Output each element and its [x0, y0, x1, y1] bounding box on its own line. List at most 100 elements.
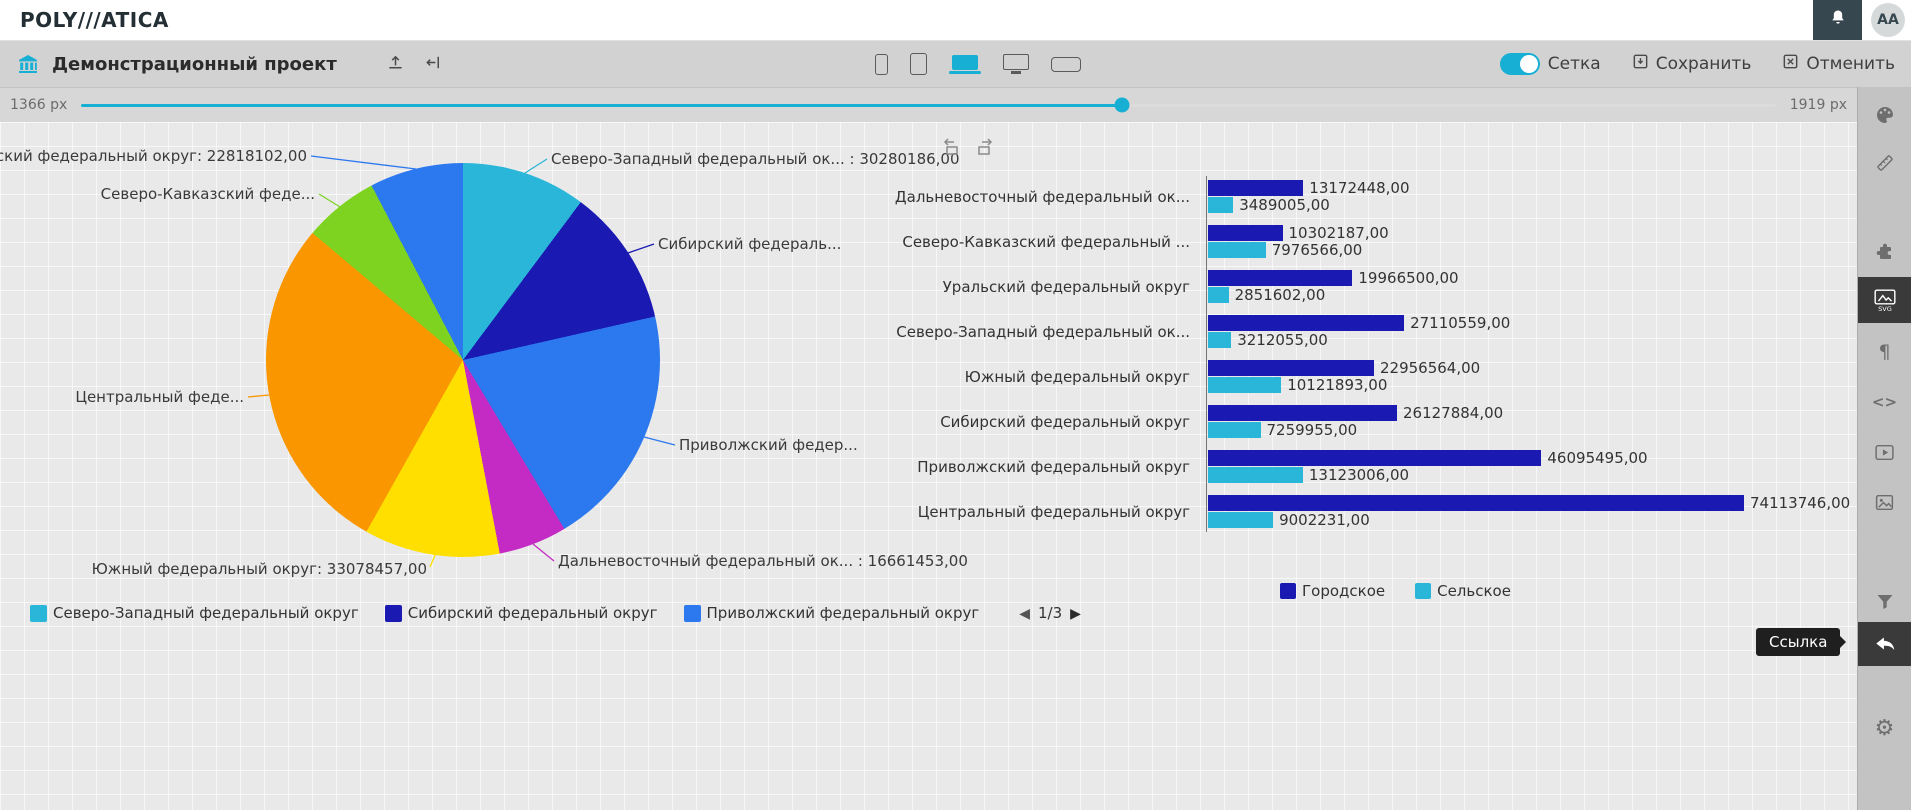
bar-segment[interactable]: [1208, 270, 1352, 286]
code-icon[interactable]: <>: [1858, 385, 1911, 419]
collapse-left-button[interactable]: [419, 49, 449, 79]
device-desktop-button[interactable]: [1003, 49, 1029, 79]
bar-segment[interactable]: [1208, 377, 1281, 393]
bar-category-label: Дальневосточный федеральный ок...: [868, 188, 1198, 206]
bell-icon: [1828, 8, 1848, 32]
toolbar: Демонстрационный проект Сетка: [0, 41, 1911, 87]
grid-toggle-label: Сетка: [1548, 54, 1601, 74]
redo-widget-icon[interactable]: [975, 136, 995, 156]
device-phone-button[interactable]: [875, 49, 888, 79]
dashboard-canvas[interactable]: Северо-Западный федеральный ок... : 3028…: [0, 122, 1857, 810]
undo-widget-icon[interactable]: [941, 136, 961, 156]
width-slider-knob[interactable]: [1114, 98, 1129, 113]
content: 1366 px 1919 px Северо-Западный федераль…: [0, 87, 1857, 810]
bar-value-label: 13172448,00: [1309, 179, 1409, 197]
cancel-icon: [1781, 52, 1800, 76]
pie-callout-label: Приволжский федер...: [679, 436, 858, 454]
legend-label: Северо-Западный федеральный округ: [53, 604, 359, 622]
bar-segment[interactable]: [1208, 287, 1229, 303]
settings-icon[interactable]: ⚙: [1858, 712, 1911, 746]
palette-icon[interactable]: [1858, 98, 1911, 132]
bar-legend-item-rural[interactable]: Сельское: [1415, 582, 1511, 600]
device-laptop-button[interactable]: [949, 49, 981, 79]
bar-category-label: Приволжский федеральный округ: [868, 458, 1198, 476]
device-tablet-button[interactable]: [910, 49, 927, 79]
paragraph-icon[interactable]: ¶: [1858, 335, 1911, 369]
topbar-right: AA: [1813, 0, 1911, 40]
bar-segment[interactable]: [1208, 450, 1541, 466]
bar-value-label: 13123006,00: [1309, 466, 1409, 484]
notifications-button[interactable]: [1813, 0, 1862, 40]
pie-chart[interactable]: [266, 163, 660, 557]
bar-row: Центральный федеральный округ74113746,00…: [868, 489, 1808, 534]
bar-segment[interactable]: [1208, 332, 1231, 348]
cancel-button-label: Отменить: [1806, 54, 1895, 74]
cancel-button[interactable]: Отменить: [1781, 52, 1895, 76]
pie-legend-item[interactable]: Приволжский федеральный округ: [684, 604, 980, 622]
legend-prev-page-icon[interactable]: ◀: [1019, 605, 1030, 622]
bar-segment[interactable]: [1208, 360, 1374, 376]
pie-legend: Северо-Западный федеральный округ Сибирск…: [30, 604, 1081, 622]
bar-segment[interactable]: [1208, 422, 1261, 438]
bar-segment[interactable]: [1208, 315, 1404, 331]
puzzle-icon[interactable]: [1858, 235, 1911, 269]
legend-swatch: [1415, 583, 1431, 599]
bar-segment[interactable]: [1208, 225, 1283, 241]
filter-icon[interactable]: [1858, 585, 1911, 619]
pie-legend-item[interactable]: Сибирский федеральный округ: [385, 604, 658, 622]
bar-segment[interactable]: [1208, 495, 1744, 511]
svg-text:SVG: SVG: [1878, 305, 1892, 312]
widescreen-icon: [1051, 57, 1081, 72]
device-widescreen-button[interactable]: [1051, 49, 1081, 79]
bar-value-label: 7976566,00: [1272, 241, 1363, 259]
pie-callout-label: Дальневосточный федеральный ок... : 1666…: [558, 552, 968, 570]
legend-swatch: [684, 605, 701, 622]
legend-swatch: [1280, 583, 1296, 599]
bar-category-label: Уральский федеральный округ: [868, 278, 1198, 296]
bar-segment[interactable]: [1208, 197, 1233, 213]
bar-value-label: 10121893,00: [1287, 376, 1387, 394]
laptop-icon: [949, 55, 981, 74]
bar-segment[interactable]: [1208, 180, 1303, 196]
bar-legend-item-urban[interactable]: Городское: [1280, 582, 1385, 600]
bar-chart[interactable]: Дальневосточный федеральный ок... 1317244…: [868, 174, 1808, 534]
collapse-left-icon: [424, 53, 443, 75]
width-slider-track[interactable]: [81, 104, 1775, 107]
svg-icon[interactable]: SVG: [1858, 277, 1911, 323]
callout-line: [525, 159, 547, 173]
bar-segment[interactable]: [1208, 242, 1266, 258]
pie-legend-item[interactable]: Северо-Западный федеральный округ: [30, 604, 359, 622]
legend-next-page-icon[interactable]: ▶: [1070, 605, 1081, 622]
bar-pair: 46095495,0013123006,00: [1198, 449, 1798, 484]
bar-category-label: Центральный федеральный округ: [868, 503, 1198, 521]
avatar[interactable]: AA: [1871, 3, 1905, 37]
width-slider-fill: [81, 104, 1121, 107]
app-logo: POLY///ATICA: [20, 8, 169, 32]
bar-segment[interactable]: [1208, 405, 1397, 421]
upload-icon: [386, 53, 405, 75]
save-button[interactable]: Сохранить: [1631, 52, 1752, 76]
bar-pair: 26127884,007259955,00: [1198, 404, 1798, 439]
grid-toggle[interactable]: [1500, 53, 1540, 75]
legend-swatch: [385, 605, 402, 622]
image-icon[interactable]: [1858, 485, 1911, 519]
bar-segment[interactable]: [1208, 512, 1273, 528]
legend-swatch: [30, 605, 47, 622]
pie-callout-label: Центральный феде...: [75, 388, 244, 406]
bar-value-label: 7259955,00: [1267, 421, 1358, 439]
upload-button[interactable]: [381, 49, 411, 79]
legend-label: Сельское: [1437, 582, 1511, 600]
ruler-icon[interactable]: [1858, 146, 1911, 180]
bar-segment[interactable]: [1208, 467, 1303, 483]
link-icon[interactable]: [1858, 622, 1911, 666]
toggle-knob: [1520, 55, 1538, 73]
bar-category-label: Южный федеральный округ: [868, 368, 1198, 386]
legend-label: Городское: [1302, 582, 1385, 600]
video-icon[interactable]: [1858, 435, 1911, 469]
bar-pair: 22956564,0010121893,00: [1198, 359, 1798, 394]
link-tooltip: Ссылка: [1756, 628, 1840, 656]
bar-value-label: 74113746,00: [1750, 494, 1850, 512]
bar-value-label: 22956564,00: [1380, 359, 1480, 377]
bar-rows: Дальневосточный федеральный ок... 1317244…: [868, 174, 1808, 534]
bar-row: Уральский федеральный округ19966500,0028…: [868, 264, 1808, 309]
